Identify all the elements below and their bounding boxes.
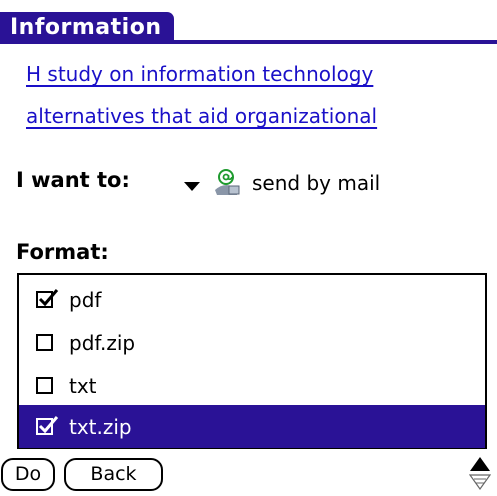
document-link-line-2[interactable]: alternatives that aid organizational: [26, 102, 486, 130]
action-label: I want to:: [16, 168, 130, 192]
format-item-txt-zip[interactable]: txt.zip: [19, 405, 485, 448]
checkbox-checked-icon[interactable]: [36, 416, 59, 435]
back-button[interactable]: Back: [64, 458, 163, 491]
do-button[interactable]: Do: [1, 458, 55, 491]
action-selected-value: send by mail: [252, 171, 381, 195]
scroll-up-arrow-icon[interactable]: [469, 456, 491, 472]
title-bar: Information: [0, 0, 497, 44]
format-item-label: txt.zip: [69, 414, 132, 439]
mail-icon: [215, 169, 240, 195]
format-item-label: pdf.zip: [69, 330, 136, 355]
format-list: pdf pdf.zip txt txt.zip: [17, 273, 487, 449]
format-item-label: txt: [69, 373, 97, 398]
title-underline: [0, 40, 497, 44]
dropdown-arrow-icon[interactable]: [184, 181, 200, 191]
format-item-pdf-zip[interactable]: pdf.zip: [19, 321, 485, 364]
checkbox-unchecked-icon[interactable]: [36, 334, 53, 351]
format-item-txt[interactable]: txt: [19, 364, 485, 407]
checkbox-checked-icon[interactable]: [36, 289, 59, 308]
checkbox-unchecked-icon[interactable]: [36, 377, 53, 394]
format-item-label: pdf: [69, 287, 102, 312]
format-item-pdf[interactable]: pdf: [19, 278, 485, 321]
action-picker[interactable]: send by mail: [184, 166, 380, 200]
scroll-down-arrow-icon[interactable]: [469, 474, 491, 490]
document-link-line-1[interactable]: H study on information technology: [26, 60, 486, 88]
format-label: Format:: [16, 240, 109, 264]
